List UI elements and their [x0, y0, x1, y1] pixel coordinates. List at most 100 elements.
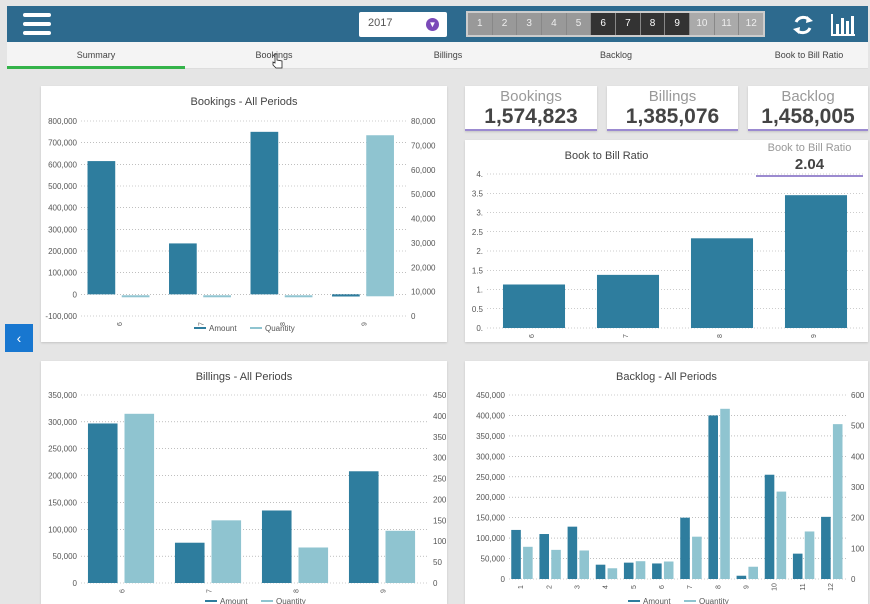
period-4[interactable]: 4 [542, 13, 567, 35]
y2-tick-label: 500 [851, 422, 865, 431]
kpi-bookings: Bookings 1,574,823 [465, 86, 597, 131]
bar-amount-10 [764, 474, 775, 579]
period-1[interactable]: 1 [468, 13, 493, 35]
kpi-underline [607, 129, 738, 131]
period-7[interactable]: 7 [616, 13, 641, 35]
bar-quantity-11 [804, 531, 815, 579]
kpi-backlog: Backlog 1,458,005 [748, 86, 868, 131]
chevron-down-icon: ▼ [426, 18, 439, 31]
y-tick-label: 600,000 [48, 160, 77, 169]
y-tick-label: 200,000 [48, 247, 77, 256]
y-tick-label: 300,000 [476, 452, 505, 461]
y-tick-label: -100,000 [45, 312, 77, 321]
y2-tick-label: 100 [851, 544, 865, 553]
kpi-label: Bookings [500, 88, 562, 105]
y-tick-label: 0. [476, 324, 483, 333]
y-tick-label: 0 [73, 290, 78, 299]
legend-label-quantity: Quantity [276, 597, 306, 604]
y2-tick-label: 0 [851, 575, 856, 584]
bar-amount-5 [623, 562, 634, 579]
y2-tick-label: 80,000 [411, 117, 436, 126]
y2-tick-label: 100 [433, 537, 447, 546]
period-11[interactable]: 11 [714, 13, 740, 35]
kpi-value: 1,385,076 [625, 105, 720, 128]
bar-value-8 [690, 238, 754, 328]
x-tick-label: 8 [715, 585, 722, 589]
x-tick-label: 7 [207, 589, 214, 593]
y-tick-label: 350,000 [476, 432, 505, 441]
refresh-icon[interactable] [790, 12, 816, 38]
chevron-left-icon[interactable]: ‹ [5, 324, 33, 352]
tab-billings[interactable]: Billings [409, 42, 487, 69]
period-6[interactable]: 6 [591, 13, 617, 35]
y2-tick-label: 70,000 [411, 141, 436, 150]
period-8[interactable]: 8 [640, 13, 666, 35]
y-tick-label: 400,000 [476, 411, 505, 420]
bar-quantity-1 [523, 546, 533, 579]
y-tick-label: 100,000 [48, 525, 77, 534]
tab-backlog[interactable]: Backlog [577, 42, 655, 69]
bar-quantity-2 [551, 549, 561, 579]
x-tick-label: 7 [687, 585, 694, 589]
y2-tick-label: 200 [851, 514, 865, 523]
bar-amount-9 [736, 575, 747, 579]
y-tick-label: 2.5 [472, 228, 484, 237]
kpi-value: 1,458,005 [761, 105, 855, 128]
x-tick-label: 6 [529, 334, 536, 338]
period-2[interactable]: 2 [493, 13, 518, 35]
y2-tick-label: 50 [433, 558, 442, 567]
period-9[interactable]: 9 [665, 13, 691, 35]
menu-icon[interactable] [23, 13, 51, 35]
billings-chart: 350,000 300,000 250,000 200,000 150,000 100,0… [48, 391, 447, 604]
y2-tick-label: 300 [433, 454, 447, 463]
legend-label-amount: Amount [220, 597, 248, 604]
tab-summary[interactable]: Summary [7, 42, 185, 69]
bar-amount-6 [652, 563, 662, 579]
y-tick-label: 250,000 [476, 473, 505, 482]
x-tick-label: 9 [361, 322, 368, 326]
bar-quantity-3 [579, 550, 589, 579]
x-tick-label: 11 [800, 583, 807, 590]
bar-amount-8 [708, 415, 718, 579]
y2-tick-label: 20,000 [411, 263, 436, 272]
kpi-underline [748, 129, 868, 131]
x-tick-label: 9 [381, 589, 388, 593]
period-3[interactable]: 3 [517, 13, 543, 35]
backlog-chart-card: Backlog - All Periods 450,000 400,000 350,… [465, 361, 868, 604]
bar-quantity-8 [720, 408, 730, 579]
period-12[interactable]: 12 [739, 13, 764, 35]
pointer-cursor-icon [272, 53, 283, 69]
header-bar: 2017 ▼ 1 2 3 4 5 6 7 8 9 10 11 12 [7, 6, 868, 42]
x-tick-label: 10 [772, 583, 779, 591]
kpi-label: Billings [648, 88, 697, 105]
kpi-billings: Billings 1,385,076 [607, 86, 738, 131]
x-tick-label: 6 [120, 589, 127, 593]
y-tick-label: 300,000 [48, 418, 77, 427]
bar-amount-8 [261, 510, 292, 583]
legend-label-quantity: Quantity [699, 597, 729, 604]
period-10[interactable]: 10 [690, 13, 715, 35]
bar-quantity-6 [124, 413, 155, 583]
y2-tick-label: 350 [433, 433, 447, 442]
bar-chart-icon[interactable] [829, 12, 857, 38]
tab-book-to-bill-ratio[interactable]: Book to Bill Ratio [759, 42, 859, 69]
bar-amount-7 [680, 517, 690, 579]
x-tick-label: 8 [294, 589, 301, 593]
period-5[interactable]: 5 [567, 13, 592, 35]
kpi-value: 1,574,823 [484, 105, 578, 128]
backlog-chart: 450,000400,000350,000300,000250,000200,0… [476, 391, 865, 604]
bar-amount-9 [348, 471, 379, 583]
x-tick-label: 7 [623, 334, 630, 338]
y-tick-label: 3.5 [472, 189, 484, 198]
bar-quantity-6 [121, 295, 150, 298]
bar-amount-7 [169, 243, 197, 295]
year-select[interactable]: 2017 ▼ [359, 12, 447, 37]
x-tick-label: 6 [117, 322, 124, 326]
bar-quantity-10 [776, 491, 787, 579]
bar-quantity-9 [366, 135, 394, 297]
y-tick-label: 200,000 [48, 472, 77, 481]
bar-amount-12 [821, 516, 831, 579]
y-tick-label: 400,000 [48, 204, 77, 213]
y-tick-label: 450,000 [476, 391, 505, 400]
y2-tick-label: 200 [433, 495, 447, 504]
